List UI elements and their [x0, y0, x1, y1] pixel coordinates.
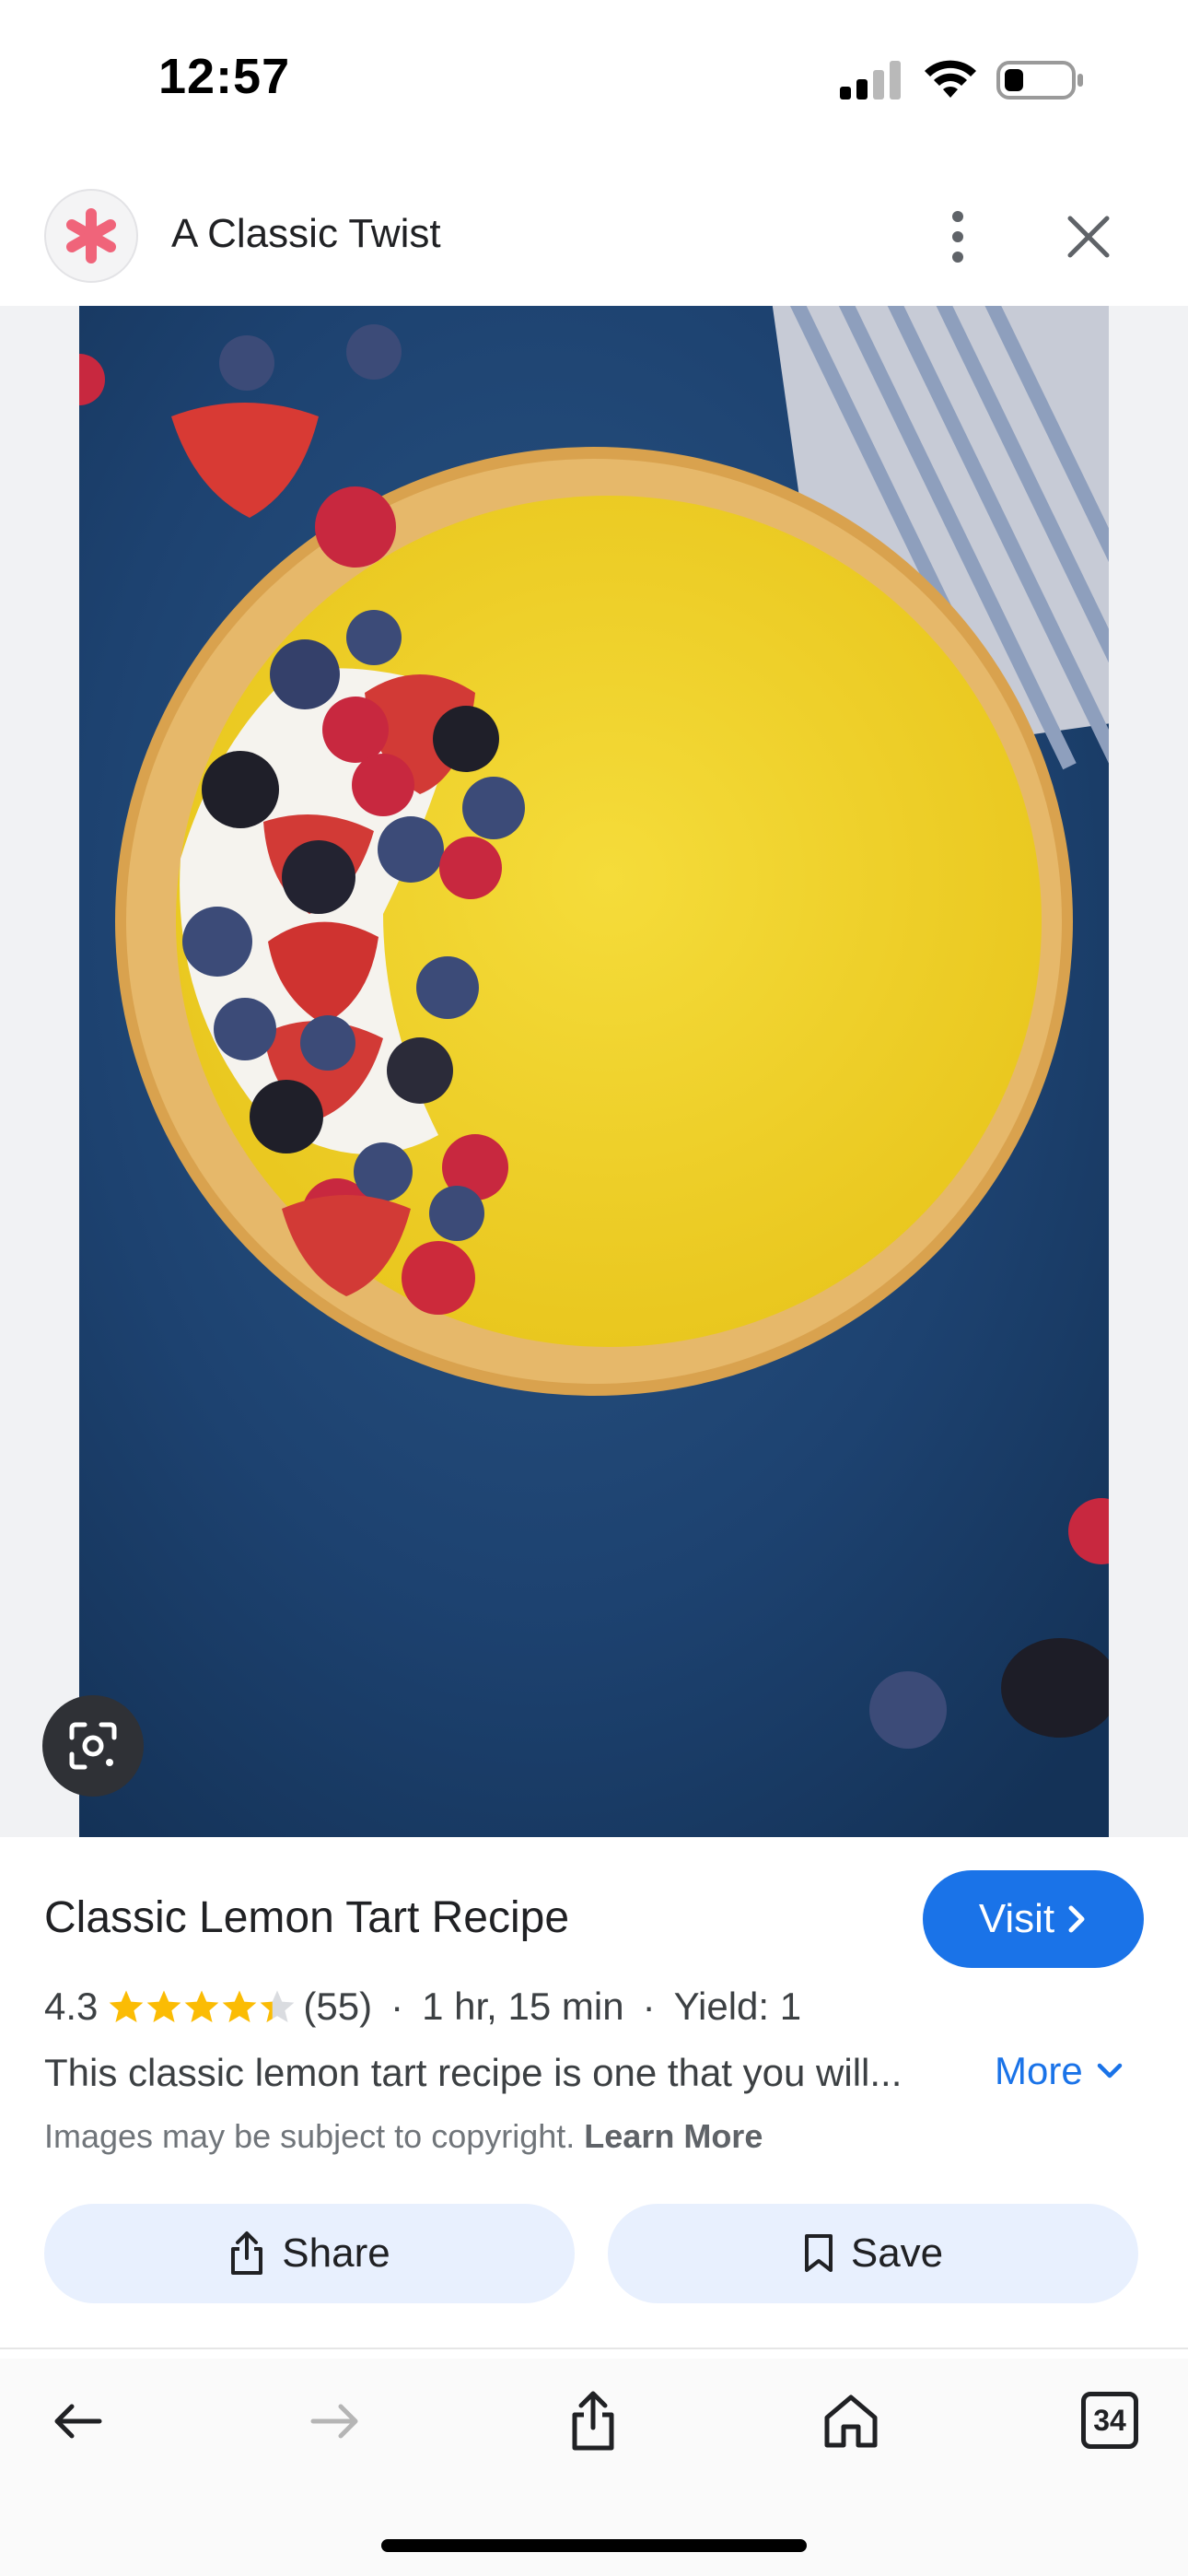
home-indicator-area	[0, 2488, 1188, 2576]
status-bar: 12:57	[0, 0, 1188, 161]
result-description: This classic lemon tart recipe is one th…	[44, 2051, 903, 2094]
back-button[interactable]	[41, 2384, 114, 2458]
copyright-notice: Images may be subject to copyright. Lear…	[44, 2117, 763, 2156]
home-indicator	[381, 2539, 807, 2552]
share-icon	[572, 2391, 614, 2451]
lemon-tart-image	[79, 306, 1109, 1837]
share-icon	[231, 2231, 263, 2275]
recipe-photo[interactable]	[79, 306, 1109, 1837]
yield: Yield: 1	[673, 1985, 802, 2028]
back-icon	[54, 2404, 102, 2439]
tabs-button[interactable]: 34	[1081, 2392, 1138, 2449]
chevron-right-icon	[1068, 1905, 1085, 1933]
site-logo[interactable]	[44, 189, 138, 283]
toolbar-divider	[0, 2348, 1188, 2349]
more-vert-icon[interactable]	[932, 207, 984, 266]
status-time: 12:57	[158, 49, 291, 104]
separator-dot: ·	[390, 1985, 404, 2028]
copyright-text: Images may be subject to copyright.	[44, 2117, 576, 2155]
image-viewer	[0, 306, 1188, 1837]
forward-button[interactable]	[298, 2384, 372, 2458]
star-full-icon	[147, 1990, 181, 2022]
battery-icon	[996, 61, 1083, 100]
google-lens-button[interactable]	[42, 1695, 144, 1797]
more-label: More	[995, 2049, 1083, 2092]
visit-button[interactable]: Visit	[923, 1870, 1144, 1968]
bookmark-icon	[804, 2234, 833, 2272]
source-header: A Classic Twist	[0, 180, 1188, 309]
home-icon	[824, 2395, 878, 2448]
star-rating	[107, 1987, 296, 2026]
rating-value: 4.3	[44, 1985, 99, 2028]
cellular-signal-icon	[840, 61, 901, 100]
star-full-icon	[185, 1990, 219, 2022]
browser-toolbar: 34	[0, 2359, 1188, 2488]
star-full-icon	[223, 1990, 257, 2022]
result-title[interactable]: Classic Lemon Tart Recipe	[44, 1892, 569, 1943]
share-label: Share	[282, 2231, 390, 2276]
site-name[interactable]: A Classic Twist	[171, 211, 441, 257]
star-partial-icon	[261, 1990, 295, 2022]
home-button[interactable]	[814, 2384, 888, 2458]
visit-label: Visit	[978, 1896, 1055, 1941]
toolbar-share-button[interactable]	[556, 2384, 630, 2458]
forward-icon	[310, 2404, 358, 2439]
learn-more-link[interactable]: Learn More	[584, 2117, 763, 2155]
chevron-down-icon	[1097, 2063, 1122, 2078]
google-lens-icon	[69, 1722, 117, 1770]
rating-row: 4.3 (55) · 1 hr, 15 min · Yield: 1	[44, 1985, 801, 2029]
asterisk-logo-icon	[66, 208, 116, 263]
save-label: Save	[850, 2231, 944, 2276]
save-button[interactable]: Save	[608, 2204, 1138, 2303]
wifi-icon	[925, 60, 976, 98]
more-button[interactable]: More	[995, 2049, 1124, 2093]
result-info-panel: Classic Lemon Tart Recipe Visit 4.3 (55)…	[0, 1837, 1188, 2353]
separator-dot: ·	[642, 1985, 656, 2028]
close-icon[interactable]	[1059, 207, 1118, 266]
cook-time: 1 hr, 15 min	[422, 1985, 624, 2028]
review-count: (55)	[303, 1985, 373, 2028]
star-full-icon	[110, 1990, 144, 2022]
share-button[interactable]: Share	[44, 2204, 575, 2303]
